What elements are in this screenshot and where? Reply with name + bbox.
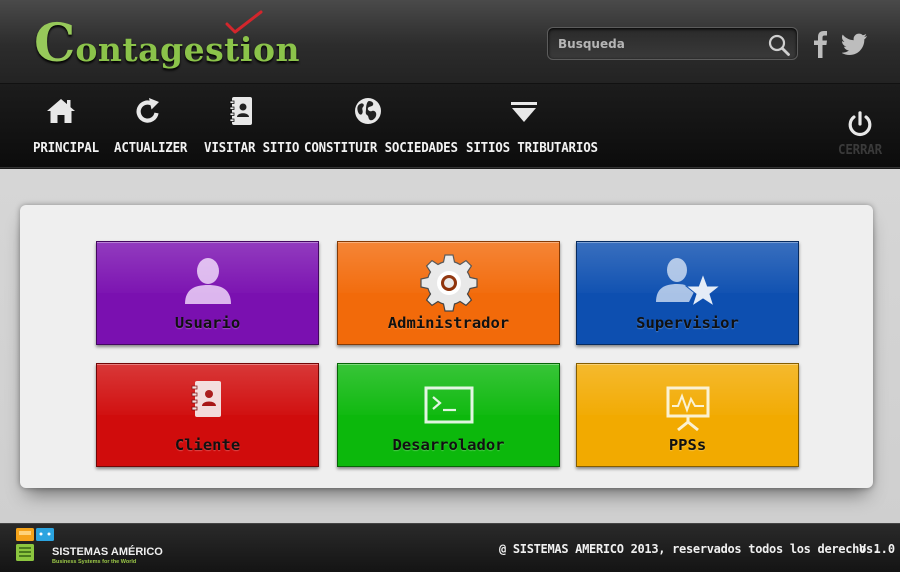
twitter-icon[interactable] bbox=[842, 32, 868, 56]
nav-item-visitar-sitio[interactable]: VISITAR SITIO bbox=[204, 84, 299, 168]
footer-tagline: Business Systems for the World bbox=[52, 559, 137, 565]
globe-icon bbox=[355, 98, 381, 124]
sistemas-logo-icon bbox=[16, 528, 54, 561]
search-box bbox=[547, 27, 798, 60]
refresh-icon bbox=[136, 98, 159, 123]
tile-label: Administrador bbox=[387, 314, 510, 332]
nav-item-actualizer[interactable]: ACTUALIZER bbox=[114, 84, 187, 168]
app-header: Contagestion bbox=[0, 0, 900, 84]
tile-administrador[interactable]: Administrador bbox=[337, 241, 560, 345]
close-label: CERRAR bbox=[838, 141, 882, 158]
nav-item-constituir-sociedades[interactable]: CONSTITUIR SOCIEDADES bbox=[304, 84, 458, 168]
user-icon bbox=[184, 258, 231, 304]
user-star-icon bbox=[655, 258, 721, 308]
nav-label: ACTUALIZER bbox=[114, 139, 188, 156]
tile-supervisior[interactable]: Supervisior bbox=[576, 241, 799, 345]
app-footer: SISTEMAS AMÉRICO Business Systems for th… bbox=[0, 523, 900, 572]
dashboard-area: Usuario Administrador Supervisior Client… bbox=[0, 169, 900, 523]
tile-label: PPSs bbox=[668, 436, 707, 454]
gear-icon bbox=[419, 254, 478, 312]
address-book-icon bbox=[229, 97, 252, 125]
search-icon[interactable] bbox=[767, 33, 791, 57]
close-button[interactable]: CERRAR bbox=[836, 84, 884, 168]
version-text: V 1.0 bbox=[859, 542, 896, 556]
dropdown-triangle-icon bbox=[511, 102, 537, 122]
presentation-chart-icon bbox=[666, 386, 709, 432]
tile-cliente[interactable]: Cliente bbox=[96, 363, 319, 467]
tile-label: Usuario bbox=[174, 314, 241, 332]
copyright-text: @ SISTEMAS AMERICO 2013, reservados todo… bbox=[499, 542, 880, 556]
power-icon bbox=[848, 111, 872, 137]
main-nav: PRINCIPAL ACTUALIZER VISITAR SITIO CONST… bbox=[0, 84, 900, 168]
nav-item-sitios-tributarios[interactable]: SITIOS TRIBUTARIOS bbox=[466, 84, 598, 168]
tile-label: Supervisior bbox=[636, 314, 739, 332]
checkmark-icon bbox=[225, 10, 263, 34]
search-input[interactable] bbox=[558, 34, 758, 54]
nav-label: CONSTITUIR SOCIEDADES bbox=[304, 139, 458, 156]
nav-label: SITIOS TRIBUTARIOS bbox=[466, 139, 598, 156]
nav-label: VISITAR SITIO bbox=[204, 139, 300, 156]
tile-usuario[interactable]: Usuario bbox=[96, 241, 319, 345]
facebook-icon[interactable] bbox=[810, 30, 832, 58]
tile-label: Cliente bbox=[174, 436, 241, 454]
footer-logo: SISTEMAS AMÉRICO Business Systems for th… bbox=[14, 527, 164, 569]
contact-card-icon bbox=[191, 381, 221, 417]
nav-item-principal[interactable]: PRINCIPAL bbox=[33, 84, 99, 168]
footer-brand: SISTEMAS AMÉRICO bbox=[52, 546, 163, 558]
tile-label: Desarrolador bbox=[392, 436, 505, 454]
home-icon bbox=[47, 99, 75, 123]
tile-ppss[interactable]: PPSs bbox=[576, 363, 799, 467]
nav-label: PRINCIPAL bbox=[33, 139, 99, 156]
tile-desarrolador[interactable]: Desarrolador bbox=[337, 363, 560, 467]
terminal-icon bbox=[424, 386, 473, 424]
module-panel: Usuario Administrador Supervisior Client… bbox=[20, 205, 873, 488]
